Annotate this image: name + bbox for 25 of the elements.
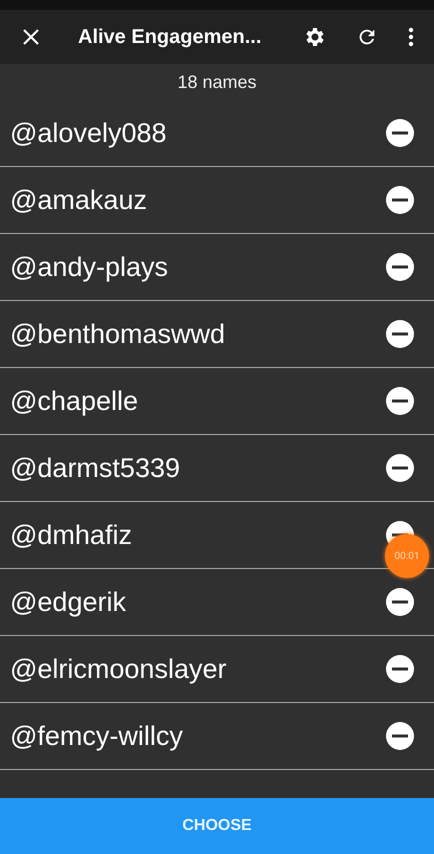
- name-text: @andy-plays: [10, 252, 169, 282]
- remove-icon[interactable]: [386, 387, 414, 415]
- name-text: @benthomaswwd: [10, 318, 226, 350]
- more-icon[interactable]: [408, 27, 414, 47]
- remove-icon[interactable]: [386, 722, 414, 750]
- name-text: @amakauz: [10, 184, 148, 216]
- remove-icon[interactable]: [386, 186, 414, 214]
- timer-toast[interactable]: 00:01: [385, 534, 429, 578]
- name-text: @dmhafiz: [10, 520, 133, 550]
- name-count: 18 names: [177, 72, 257, 92]
- name-text: @alovely088: [10, 118, 168, 148]
- remove-icon[interactable]: [386, 655, 414, 683]
- name-text: @edgerik: [10, 586, 127, 618]
- name-text: @elricmoonslayer: [10, 654, 228, 684]
- name-text: @chapelle: [10, 386, 139, 416]
- remove-icon[interactable]: [386, 253, 414, 281]
- remove-icon[interactable]: [386, 119, 414, 147]
- name-text: @darmst5339: [10, 452, 181, 484]
- remove-icon[interactable]: [386, 454, 414, 482]
- name-text: @femcy-willcy: [10, 720, 184, 752]
- choose-button[interactable]: CHOOSE: [0, 798, 434, 854]
- remove-icon[interactable]: [386, 588, 414, 616]
- remove-icon[interactable]: [386, 320, 414, 348]
- close-icon[interactable]: [22, 28, 40, 46]
- app-title: Alive Engagemen...: [78, 26, 262, 48]
